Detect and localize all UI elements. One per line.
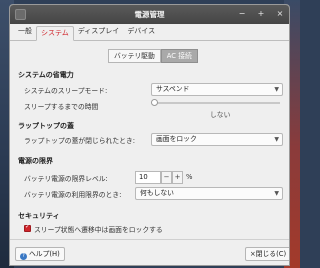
critical-level-unit: %: [186, 173, 193, 181]
critical-power-heading: 電源の限界: [18, 157, 53, 165]
critical-level-decrement[interactable]: −: [161, 171, 172, 184]
system-power-heading: システムの省電力: [18, 71, 74, 79]
close-label: 閉じる(C): [255, 250, 287, 258]
on-battery-button[interactable]: バッテリ駆動: [108, 49, 161, 63]
close-button[interactable]: ×閉じる(C): [245, 247, 289, 261]
critical-action-combo[interactable]: 何もしない ▼: [135, 187, 283, 200]
app-icon: [15, 9, 26, 20]
sleep-time-label: スリープするまでの時間: [24, 103, 99, 111]
minimize-button[interactable]: −: [237, 8, 247, 20]
tab-system[interactable]: システム: [36, 26, 74, 41]
plugged-in-button[interactable]: AC 接続: [160, 49, 198, 63]
help-label: ヘルプ(H): [29, 250, 60, 258]
power-source-switch: バッテリ駆動 AC 接続: [108, 49, 198, 63]
tab-bar: 一般 システム ディスプレイ デバイス: [10, 24, 289, 41]
sleep-time-slider-knob[interactable]: [151, 99, 158, 106]
tab-devices[interactable]: デバイス: [123, 25, 159, 40]
laptop-lid-heading: ラップトップの蓋: [18, 122, 74, 130]
lid-action-value: 画面をロック: [156, 135, 197, 143]
critical-level-input[interactable]: 10: [135, 171, 161, 184]
chevron-down-icon: ▼: [274, 190, 279, 197]
sleep-time-slider[interactable]: [154, 102, 280, 104]
button-bar: ? ヘルプ(H) ×閉じる(C): [10, 239, 289, 265]
security-heading: セキュリティ: [18, 212, 60, 220]
help-icon: ?: [20, 253, 27, 260]
window-title: 電源管理: [134, 10, 165, 19]
power-manager-window: 電源管理 − + × 一般 システム ディスプレイ デバイス バッテリ駆動 AC…: [9, 4, 290, 266]
tab-display[interactable]: ディスプレイ: [74, 25, 124, 40]
close-window-button[interactable]: ×: [275, 8, 285, 20]
lock-screen-label: スリープ状態へ遷移中は画面をロックする: [34, 226, 163, 234]
lock-screen-checkbox[interactable]: [24, 223, 31, 232]
critical-action-value: 何もしない: [140, 189, 174, 197]
sleep-time-value: しない: [210, 111, 231, 119]
chevron-down-icon: ▼: [274, 86, 279, 93]
critical-level-increment[interactable]: +: [172, 171, 183, 184]
lid-action-label: ラップトップの蓋が閉じられたとき:: [24, 137, 136, 145]
titlebar: 電源管理 − + ×: [10, 5, 289, 24]
critical-level-label: バッテリ電源の限界レベル:: [24, 175, 108, 183]
sleep-mode-value: サスペンド: [156, 85, 190, 93]
sleep-mode-combo[interactable]: サスペンド ▼: [151, 83, 283, 96]
chevron-down-icon: ▼: [274, 136, 279, 143]
help-button[interactable]: ? ヘルプ(H): [15, 247, 65, 261]
sleep-mode-label: システムのスリープモード:: [24, 87, 108, 95]
critical-action-label: バッテリ電源の利用限界のとき:: [24, 191, 122, 199]
tab-general[interactable]: 一般: [14, 25, 36, 40]
lid-action-combo[interactable]: 画面をロック ▼: [151, 133, 283, 146]
window-controls: − + ×: [237, 8, 285, 20]
maximize-button[interactable]: +: [256, 8, 266, 20]
